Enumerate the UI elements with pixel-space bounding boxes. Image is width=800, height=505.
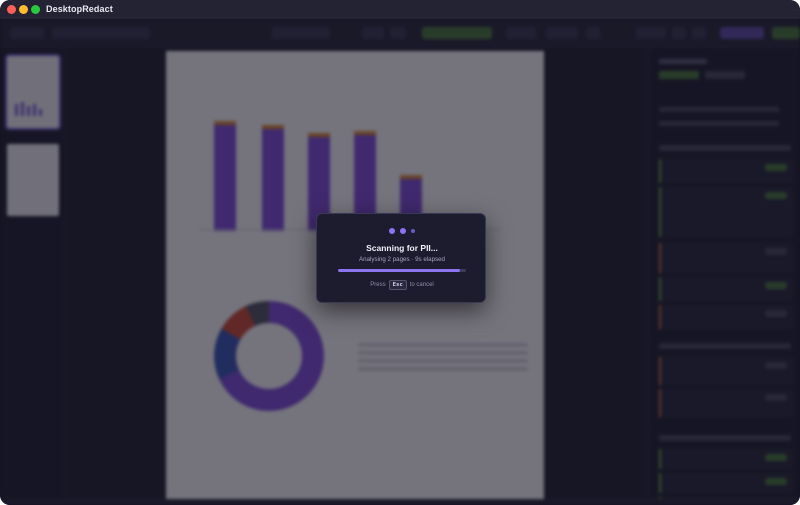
close-dot-icon[interactable] — [7, 5, 16, 14]
dialog-subtitle: Analysing 2 pages · 9s elapsed — [359, 256, 445, 263]
scan-progress-dialog: Scanning for PII... Analysing 2 pages · … — [316, 213, 486, 303]
loading-dot — [400, 228, 406, 234]
esc-key-badge[interactable]: Esc — [388, 280, 407, 290]
loading-dot — [411, 229, 415, 233]
scan-progress-fill — [338, 269, 460, 272]
scan-progress-bar — [338, 269, 466, 272]
title-bar: DesktopRedact — [0, 0, 800, 19]
dialog-title: Scanning for PII... — [366, 243, 438, 253]
loading-dot — [389, 228, 395, 234]
app-title: DesktopRedact — [46, 4, 113, 14]
zoom-dot-icon[interactable] — [31, 5, 40, 14]
cancel-hint-prefix: Press — [370, 282, 386, 288]
minimize-dot-icon[interactable] — [19, 5, 28, 14]
loading-dots-icon — [317, 228, 487, 234]
cancel-hint-suffix: to cancel — [409, 282, 434, 288]
cancel-hint: Press Esc to cancel — [317, 280, 487, 290]
app-window: DesktopRedact Scanning for PII... Analys… — [0, 0, 800, 505]
